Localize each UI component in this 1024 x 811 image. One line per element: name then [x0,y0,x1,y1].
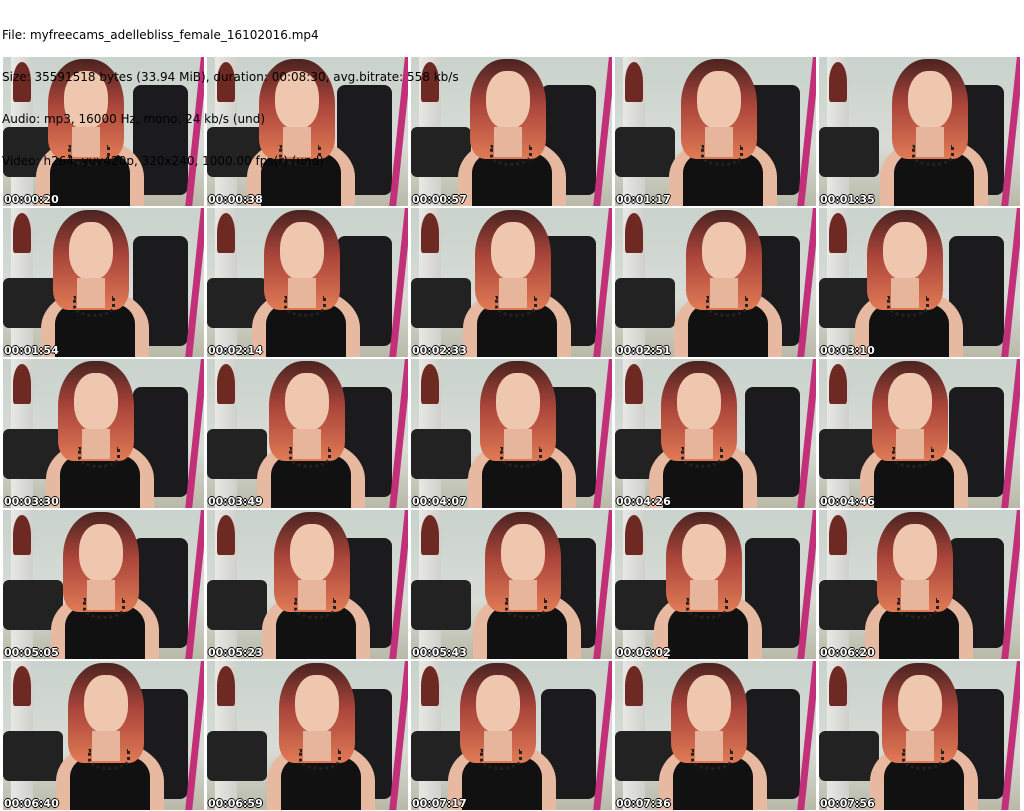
timestamp: 00:06:02 [616,646,671,659]
person [415,208,612,357]
timestamp: 00:04:46 [820,495,875,508]
person [219,661,408,810]
person [209,359,408,508]
thumbnail-frame: 00:03:10 [819,208,1020,357]
thumbnail-frame: 00:06:20 [819,510,1020,659]
file-name: File: myfreecams_adellebliss_female_1610… [2,28,319,42]
person [822,661,1020,810]
person [819,359,1013,508]
timestamp: 00:02:51 [616,344,671,357]
thumbnail-frame: 00:06:02 [615,510,816,659]
timestamp: 00:00:38 [208,193,263,206]
person [3,510,204,659]
person [615,510,807,659]
timestamp: 00:03:30 [4,495,59,508]
file-size: Size: 35591518 bytes (33.94 MiB), durati… [2,70,459,84]
thumbnail-frame: 00:01:54 [3,208,204,357]
timestamp: 00:01:35 [820,193,875,206]
person [3,208,194,357]
thumbnail-frame: 00:07:36 [615,661,816,810]
thumbnail-frame: 00:04:46 [819,359,1020,508]
timestamp: 00:05:23 [208,646,263,659]
timestamp: 00:03:10 [820,344,875,357]
timestamp: 00:03:49 [208,495,263,508]
person [819,208,1008,357]
person [8,661,204,810]
timestamp: 00:04:26 [616,495,671,508]
person [425,510,612,659]
timestamp: 00:00:20 [4,193,59,206]
thumbnail-frame: 00:04:07 [411,359,612,508]
thumbnail-frame: 00:05:23 [207,510,408,659]
person [615,359,802,508]
thumbnail-frame: 00:04:26 [615,359,816,508]
thumbnail-frame: 00:03:30 [3,359,204,508]
person [214,510,408,659]
timestamp: 00:07:36 [616,797,671,810]
person [3,359,199,508]
timestamp: 00:05:05 [4,646,59,659]
thumbnail-frame: 00:05:05 [3,510,204,659]
thumbnail-frame: 00:06:40 [3,661,204,810]
person [832,57,1020,206]
audio-info: Audio: mp3, 16000 Hz, mono, 24 kb/s (und… [2,112,266,126]
timestamp: 00:06:40 [4,797,59,810]
thumbnail-frame: 00:01:17 [615,57,816,206]
person [819,510,1018,659]
thumbnail-frame: 00:07:17 [411,661,612,810]
file-info-header: File: myfreecams_adellebliss_female_1610… [2,0,459,182]
timestamp: 00:07:56 [820,797,875,810]
person [615,661,812,810]
thumbnail-frame: 00:02:33 [411,208,612,357]
person [420,359,612,508]
thumbnail-frame: 00:01:35 [819,57,1020,206]
timestamp: 00:07:17 [412,797,467,810]
thumbnail-frame: 00:02:14 [207,208,408,357]
timestamp: 00:04:07 [412,495,467,508]
thumbnail-frame: 00:03:49 [207,359,408,508]
thumbnail-frame: 00:06:59 [207,661,408,810]
person [411,661,601,810]
timestamp: 00:01:54 [4,344,59,357]
timestamp: 00:02:14 [208,344,263,357]
timestamp: 00:06:59 [208,797,263,810]
person [207,208,405,357]
timestamp: 00:05:43 [412,646,467,659]
timestamp: 00:00:57 [412,193,467,206]
thumbnail-frame: 00:07:56 [819,661,1020,810]
timestamp: 00:01:17 [616,193,671,206]
timestamp: 00:06:20 [820,646,875,659]
person [621,57,816,206]
thumbnail-frame: 00:02:51 [615,208,816,357]
timestamp: 00:02:33 [412,344,467,357]
person [626,208,816,357]
video-info: Video: h264, yuv420p, 320x240, 1000.00 f… [2,154,324,168]
thumbnail-frame: 00:05:43 [411,510,612,659]
